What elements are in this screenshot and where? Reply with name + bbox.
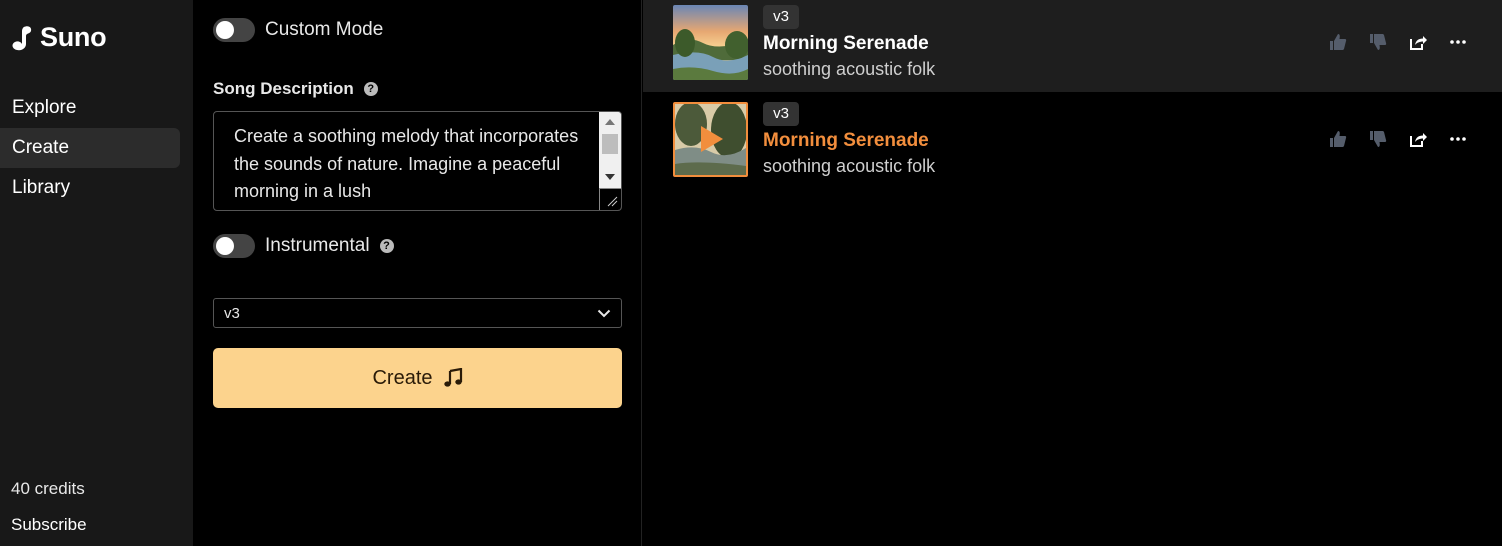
sidebar-nav: Explore Create Library [0,88,180,208]
suno-logo[interactable]: Suno [11,22,107,53]
custom-mode-label: Custom Mode [265,19,384,40]
model-version-value: v3 [224,304,240,322]
more-options-button[interactable] [1448,32,1468,52]
custom-mode-row: Custom Mode [213,18,383,42]
sidebar-item-create[interactable]: Create [0,128,180,168]
more-icon [1450,137,1466,141]
dislike-button[interactable] [1368,129,1388,149]
create-form-panel: Custom Mode Song Description ? Create a … [193,0,642,546]
share-icon [1410,133,1427,147]
app-name: Suno [40,22,107,52]
more-icon [1450,40,1466,44]
song-tags[interactable]: soothing acoustic folk [763,59,935,80]
music-note-icon [443,368,462,387]
song-tags[interactable]: soothing acoustic folk [763,156,935,177]
song-description-text[interactable]: Create a soothing melody that incorporat… [234,123,594,206]
version-badge: v3 [763,102,799,126]
instrumental-row: Instrumental ? [213,234,394,258]
suno-app: Suno Explore Create Library 40 credits S… [0,0,1502,546]
thumbs-up-icon [1330,34,1347,50]
help-icon[interactable]: ? [363,82,378,96]
custom-mode-toggle[interactable] [213,18,255,42]
thumbs-down-icon [1370,34,1387,50]
scroll-down-arrow-icon[interactable] [599,167,621,187]
resize-grip-icon[interactable] [599,188,621,210]
chevron-down-icon [597,309,611,317]
sidebar-item-library[interactable]: Library [0,168,180,208]
suno-logo-icon [12,25,32,50]
song-description-field[interactable]: Create a soothing melody that incorporat… [213,111,622,211]
song-cover-image[interactable] [673,5,748,80]
subscribe-link[interactable]: Subscribe [11,515,87,535]
song-list: v3 Morning Serenade soothing acoustic fo… [643,0,1502,546]
song-cover-image[interactable] [673,102,748,177]
sidebar: Suno Explore Create Library 40 credits S… [0,0,193,546]
scroll-up-arrow-icon[interactable] [599,112,621,132]
song-row[interactable]: v3 Morning Serenade soothing acoustic fo… [643,0,1502,92]
thumbs-down-icon [1370,131,1387,147]
like-button[interactable] [1328,32,1348,52]
instrumental-toggle[interactable] [213,234,255,258]
share-button[interactable] [1408,32,1428,52]
song-title[interactable]: Morning Serenade [763,33,929,55]
share-icon [1410,36,1427,50]
share-button[interactable] [1408,129,1428,149]
more-options-button[interactable] [1448,129,1468,149]
credits-count: 40 credits [11,479,85,498]
like-button[interactable] [1328,129,1348,149]
create-button-label: Create [372,366,433,389]
song-actions [1328,32,1468,52]
dislike-button[interactable] [1368,32,1388,52]
model-version-select[interactable]: v3 [213,298,622,328]
song-title[interactable]: Morning Serenade [763,130,929,152]
scroll-thumb[interactable] [602,134,618,154]
thumbs-up-icon [1330,131,1347,147]
sidebar-item-explore[interactable]: Explore [0,88,180,128]
song-description-label: Song Description [213,79,354,98]
instrumental-label: Instrumental [265,235,370,256]
help-icon[interactable]: ? [379,239,394,253]
version-badge: v3 [763,5,799,29]
song-description-label-row: Song Description ? [213,79,378,99]
song-row[interactable]: v3 Morning Serenade soothing acoustic fo… [643,97,1502,189]
create-button[interactable]: Create [213,348,622,408]
song-actions [1328,129,1468,149]
